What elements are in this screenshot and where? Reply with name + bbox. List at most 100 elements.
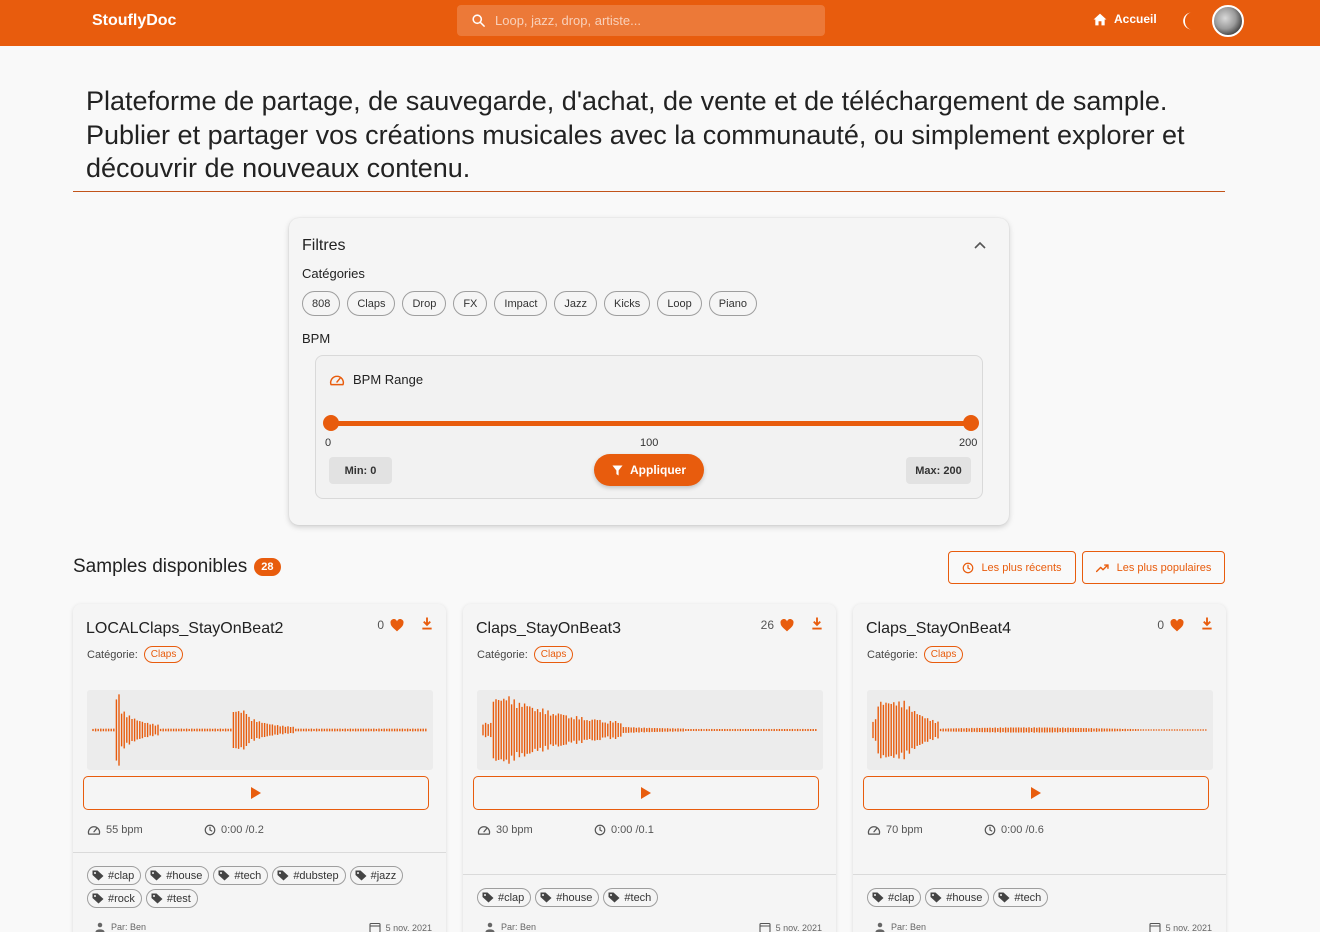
waveform-svg <box>482 696 817 764</box>
bpm-slider-max-thumb[interactable] <box>963 415 979 431</box>
tag-chip[interactable]: #tech <box>213 866 269 885</box>
filters-title: Filtres <box>302 237 346 254</box>
category-chip[interactable]: Impact <box>494 291 548 316</box>
like-count: 26 <box>760 618 774 632</box>
tag-chip[interactable]: #jazz <box>349 866 404 885</box>
category-chip[interactable]: Claps <box>923 646 964 663</box>
card-divider <box>73 852 446 853</box>
calendar-icon <box>369 922 381 932</box>
tag-chip[interactable]: #house <box>925 888 990 907</box>
like-control: 26 <box>761 618 794 632</box>
category-chip[interactable]: Kicks <box>604 291 651 316</box>
download-icon[interactable] <box>811 617 823 630</box>
heart-icon[interactable] <box>780 618 794 632</box>
tag-label: #house <box>556 891 593 904</box>
like-control: 0 <box>1157 618 1184 632</box>
category-chip[interactable]: Piano <box>708 291 757 316</box>
tag-chip[interactable]: #clap <box>87 866 142 885</box>
date-row: 5 nov. 2021 <box>759 922 822 932</box>
speedometer-icon <box>477 826 491 835</box>
download-icon[interactable] <box>1201 617 1213 630</box>
tag-label: #tech <box>1014 891 1042 904</box>
tag-list: #clap #house #tech <box>867 888 1207 907</box>
bpm-slider-track[interactable] <box>323 415 979 431</box>
dark-mode-toggle-icon[interactable] <box>1180 11 1198 31</box>
category-chip[interactable]: Claps <box>347 291 396 316</box>
bpm-slider-min-thumb[interactable] <box>323 415 339 431</box>
tick-label: 100 <box>640 437 659 449</box>
user-avatar[interactable] <box>1212 5 1244 37</box>
author-row: Par: Ben <box>95 922 146 932</box>
tag-label: #rock <box>108 892 135 905</box>
tag-icon <box>151 893 163 904</box>
like-control: 0 <box>377 618 404 632</box>
search-input[interactable] <box>495 13 815 28</box>
waveform[interactable] <box>867 690 1213 770</box>
author-row: Par: Ben <box>485 922 536 932</box>
category-chip[interactable]: 808 <box>302 291 341 316</box>
category-chip[interactable]: Claps <box>533 646 574 663</box>
category-chip[interactable]: Jazz <box>554 291 598 316</box>
bpm-value: 30 bpm <box>496 824 533 836</box>
author-row: Par: Ben <box>875 922 926 932</box>
tag-chip[interactable]: #tech <box>603 888 659 907</box>
tag-chip[interactable]: #clap <box>477 888 532 907</box>
chevron-up-icon[interactable] <box>974 241 986 249</box>
bpm-range-box: BPM Range 0 100 200 Min: 0 Appliquer Max… <box>315 355 983 499</box>
date-value: 5 nov. 2021 <box>1165 922 1212 932</box>
category-row: Catégorie: Claps <box>477 646 574 663</box>
play-button[interactable] <box>83 776 429 810</box>
category-chip[interactable]: FX <box>453 291 488 316</box>
waveform[interactable] <box>477 690 823 770</box>
tag-chip[interactable]: #test <box>145 889 198 908</box>
tag-icon <box>930 892 942 903</box>
calendar-icon <box>759 922 771 932</box>
tag-chip[interactable]: #house <box>145 866 210 885</box>
tag-chip[interactable]: #clap <box>867 888 922 907</box>
tag-icon <box>608 892 620 903</box>
tag-label: #jazz <box>370 869 397 882</box>
category-chip[interactable]: Loop <box>657 291 702 316</box>
play-button[interactable] <box>863 776 1209 810</box>
like-count: 0 <box>377 618 384 632</box>
bpm-meta: 55 bpm <box>87 824 143 836</box>
tag-icon <box>277 870 289 881</box>
sample-title[interactable]: Claps_StayOnBeat3 <box>476 620 621 638</box>
search-bar[interactable] <box>457 5 825 36</box>
clock-icon <box>963 562 974 573</box>
nav-home-link[interactable]: Accueil <box>1093 12 1157 26</box>
category-chips: 808 Claps Drop FX Impact Jazz Kicks Loop… <box>302 291 757 316</box>
tag-chip[interactable]: #rock <box>87 889 142 908</box>
brand-logo[interactable]: StouflyDoc <box>92 12 176 30</box>
waveform[interactable] <box>87 690 433 770</box>
tag-chip[interactable]: #tech <box>993 888 1049 907</box>
tag-chip[interactable]: #house <box>535 888 600 907</box>
heart-icon[interactable] <box>390 618 404 632</box>
play-button[interactable] <box>473 776 819 810</box>
date-row: 5 nov. 2021 <box>1149 922 1212 932</box>
date-value: 5 nov. 2021 <box>775 922 822 932</box>
apply-filters-button[interactable]: Appliquer <box>594 454 704 486</box>
speedometer-icon <box>329 375 345 385</box>
download-icon[interactable] <box>421 617 433 630</box>
sample-title[interactable]: Claps_StayOnBeat4 <box>866 620 1011 638</box>
tag-icon <box>218 870 230 881</box>
category-chip[interactable]: Drop <box>402 291 447 316</box>
sort-popular-button[interactable]: Les plus populaires <box>1082 551 1225 584</box>
bpm-meta: 30 bpm <box>477 824 533 836</box>
sample-card: LOCALClaps_StayOnBeat2 0 Catégorie: Clap… <box>73 604 446 932</box>
samples-section-title: Samples disponibles 28 <box>73 556 281 578</box>
heart-icon[interactable] <box>1170 618 1184 632</box>
speedometer-icon <box>87 826 101 835</box>
category-row: Catégorie: Claps <box>867 646 964 663</box>
tag-chip[interactable]: #dubstep <box>272 866 346 885</box>
sort-recent-button[interactable]: Les plus récents <box>948 551 1076 584</box>
sample-title[interactable]: LOCALClaps_StayOnBeat2 <box>86 620 283 638</box>
author-name: Par: Ben <box>111 922 147 932</box>
tag-label: #tech <box>624 891 652 904</box>
category-chip[interactable]: Claps <box>143 646 184 663</box>
bpm-range-title: BPM Range <box>353 372 424 387</box>
tag-label: #dubstep <box>293 869 339 882</box>
tick-label: 200 <box>959 437 978 449</box>
sort-popular-label: Les plus populaires <box>1116 561 1212 574</box>
